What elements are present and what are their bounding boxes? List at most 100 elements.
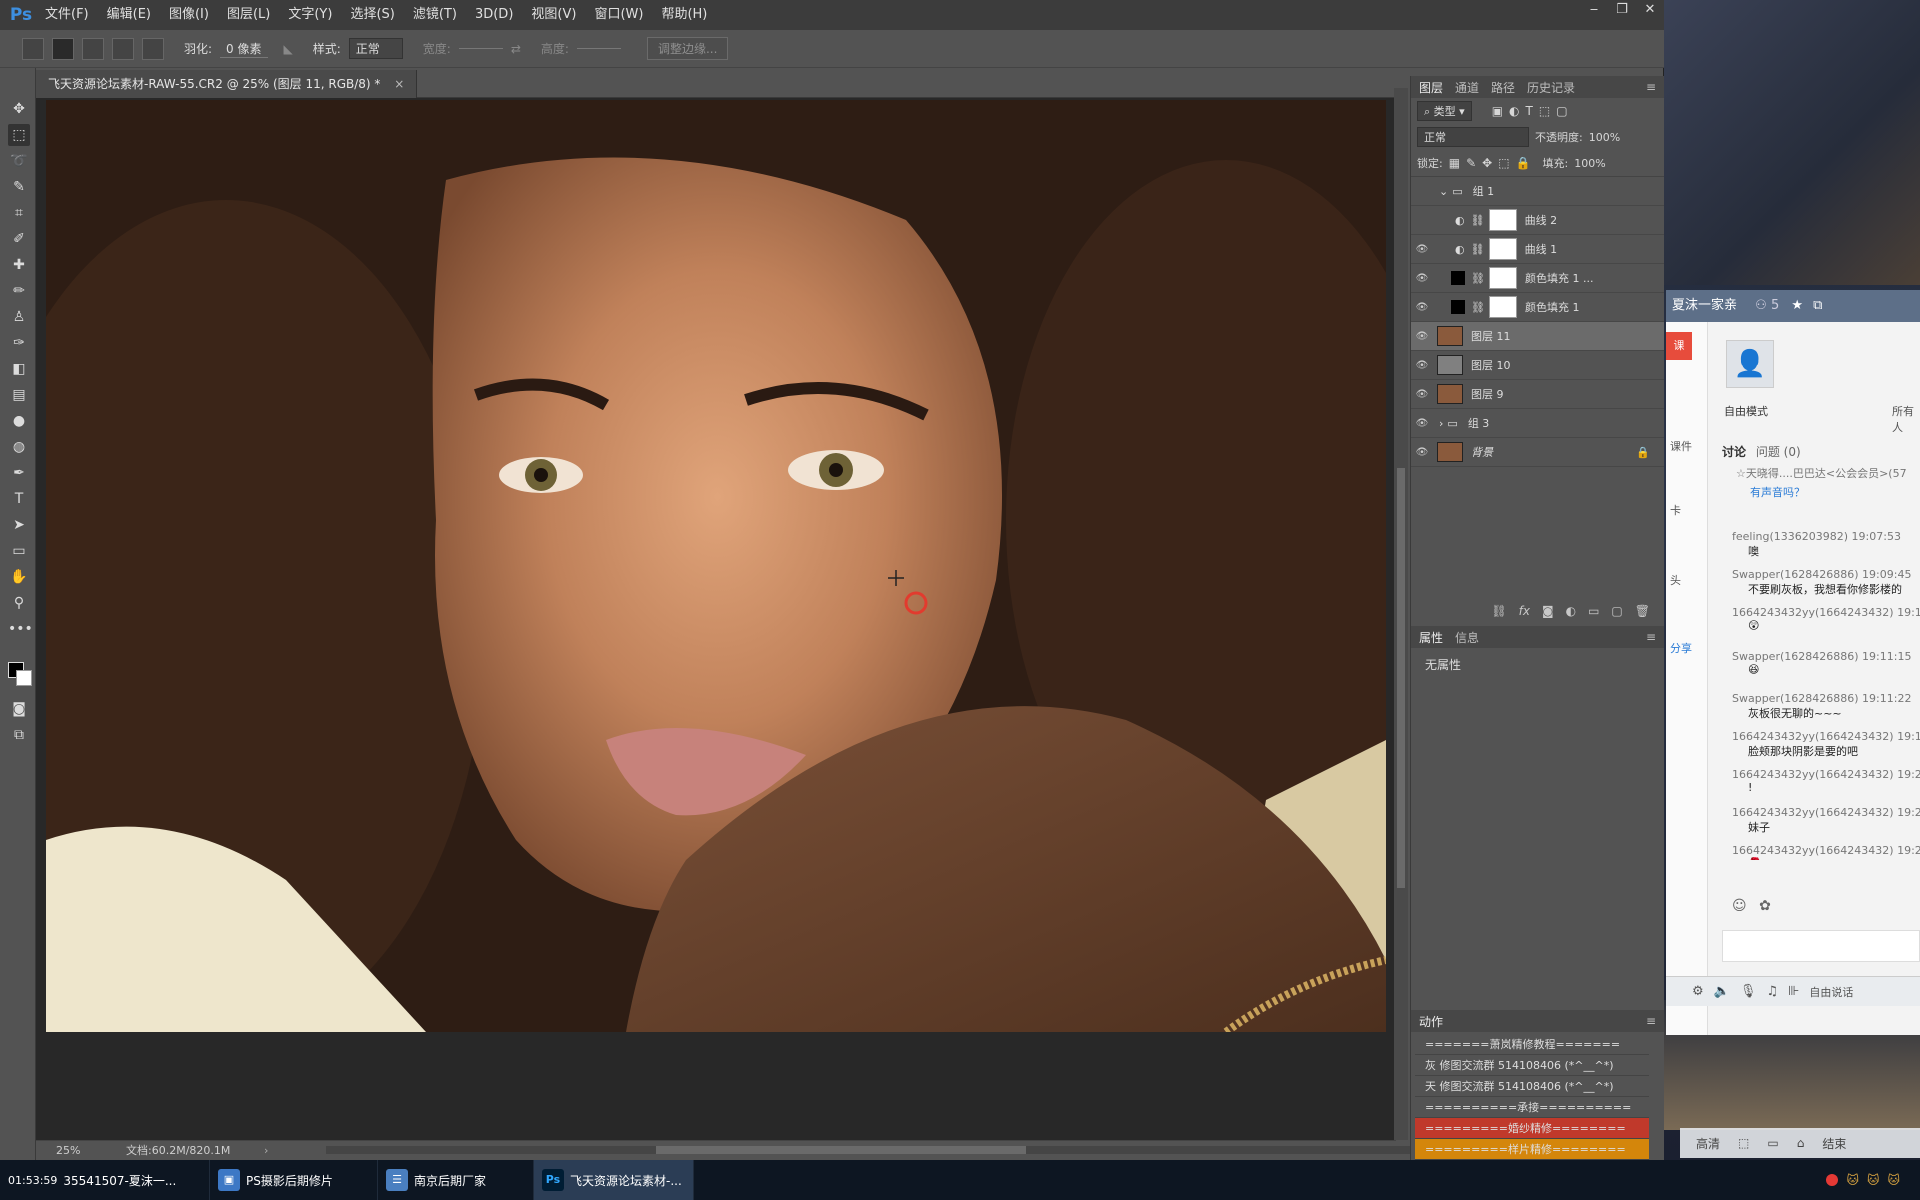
layer-row-color-fill[interactable]: 👁 ⛓ 颜色填充 1: [1411, 293, 1664, 322]
menu-layer[interactable]: 图层(L): [218, 0, 279, 30]
quick-mask-icon[interactable]: ◙: [8, 698, 30, 720]
subtract-selection-icon[interactable]: [112, 37, 134, 60]
layer-row-background[interactable]: 👁 背景 🔒: [1411, 438, 1664, 467]
new-group-icon[interactable]: ▭: [1588, 604, 1599, 618]
type-tool-icon[interactable]: T: [8, 488, 30, 510]
layer-mask-thumb[interactable]: [1488, 209, 1517, 231]
share-label[interactable]: 分享: [1670, 640, 1692, 656]
star-icon[interactable]: ★: [1791, 298, 1803, 313]
document-tab[interactable]: 飞天资源论坛素材-RAW-55.CR2 @ 25% (图层 11, RGB/8)…: [36, 70, 418, 98]
taskbar-item-ps-photos[interactable]: ▣ PS摄影后期修片: [210, 1160, 378, 1200]
fill-value[interactable]: 100%: [1574, 157, 1605, 170]
eye-icon[interactable]: 👁: [1411, 244, 1433, 255]
record-icon[interactable]: [1826, 1174, 1839, 1186]
expand-icon[interactable]: ⧉: [1813, 298, 1822, 313]
refine-edge-button[interactable]: 调整边缘...: [646, 37, 729, 60]
screen-mode-icon[interactable]: ⧉: [8, 724, 30, 746]
menu-view[interactable]: 视图(V): [522, 0, 585, 30]
menu-window[interactable]: 窗口(W): [585, 0, 652, 30]
menu-type[interactable]: 文字(Y): [279, 0, 341, 30]
tab-history[interactable]: 历史记录: [1527, 79, 1575, 96]
taskbar-item-photoshop[interactable]: Ps 飞天资源论坛素材-...: [534, 1160, 694, 1200]
filter-adjust-icon[interactable]: ◐: [1509, 104, 1519, 118]
lock-artboard-icon[interactable]: ⬚: [1498, 156, 1509, 170]
action-item[interactable]: 天 修图交流群 514108406 (*^__^*): [1415, 1076, 1649, 1097]
layer-mask-thumb[interactable]: [1488, 296, 1517, 318]
new-selection-icon[interactable]: [52, 37, 74, 60]
eyedropper-tool-icon[interactable]: ✐: [8, 228, 30, 250]
menu-filter[interactable]: 滤镜(T): [404, 0, 466, 30]
close-button[interactable]: ✕: [1636, 0, 1664, 22]
tab-layers[interactable]: 图层: [1419, 79, 1443, 96]
taskbar-item-nanjing[interactable]: ☰ 南京后期厂家: [378, 1160, 534, 1200]
banner-link[interactable]: 有声音吗？: [1750, 484, 1805, 500]
close-tab-icon[interactable]: ×: [394, 77, 404, 91]
lock-pixels-icon[interactable]: ✎: [1466, 156, 1476, 170]
panel-menu-icon[interactable]: ≡: [1646, 80, 1656, 94]
blend-mode-dropdown[interactable]: 正常: [1417, 127, 1529, 147]
dodge-tool-icon[interactable]: ◍: [8, 436, 30, 458]
layer-row-layer-11[interactable]: 👁 图层 11: [1411, 322, 1664, 351]
tray-cat-icon-2[interactable]: 🐱: [1867, 1173, 1880, 1187]
path-select-tool-icon[interactable]: ➤: [8, 514, 30, 536]
gradient-tool-icon[interactable]: ▤: [8, 384, 30, 406]
tray-cat-icon-3[interactable]: 🐱: [1887, 1173, 1900, 1187]
tab-actions[interactable]: 动作: [1419, 1013, 1443, 1030]
layer-mask-thumb[interactable]: [1488, 267, 1517, 289]
marquee-preset-icon[interactable]: [22, 37, 44, 60]
zoom-level[interactable]: 25%: [56, 1141, 80, 1160]
menu-3d[interactable]: 3D(D): [466, 0, 522, 30]
add-mask-icon[interactable]: ◙: [1542, 604, 1554, 618]
filter-smart-icon[interactable]: ▢: [1556, 104, 1567, 118]
home-icon[interactable]: ⌂: [1797, 1136, 1805, 1150]
portrait-photo[interactable]: [46, 100, 1386, 1032]
marquee-tool-icon[interactable]: ⬚: [8, 124, 30, 146]
more-tools-icon[interactable]: •••: [8, 618, 33, 640]
move-tool-icon[interactable]: ✥: [8, 98, 30, 120]
vertical-scrollbar[interactable]: [1394, 88, 1408, 1140]
music-icon[interactable]: ♫: [1766, 984, 1778, 999]
card-label[interactable]: 卡: [1670, 502, 1681, 518]
eye-icon[interactable]: 👁: [1411, 389, 1433, 400]
panel-menu-icon[interactable]: ≡: [1646, 1014, 1656, 1028]
eye-icon[interactable]: 👁: [1411, 447, 1433, 458]
scrollbar-thumb[interactable]: [1397, 468, 1405, 888]
action-item[interactable]: =======萧岚精修教程=======: [1415, 1034, 1649, 1055]
eye-icon[interactable]: 👁: [1411, 418, 1433, 429]
window-icon[interactable]: ▭: [1767, 1136, 1778, 1150]
chevron-right-icon[interactable]: ›: [1439, 417, 1443, 430]
tab-paths[interactable]: 路径: [1491, 79, 1515, 96]
layer-mask-thumb[interactable]: [1488, 238, 1517, 260]
tab-properties[interactable]: 属性: [1419, 629, 1443, 646]
blur-tool-icon[interactable]: ●: [8, 410, 30, 432]
lock-position-icon[interactable]: ✥: [1482, 156, 1492, 170]
tab-discussion[interactable]: 讨论: [1722, 445, 1746, 459]
status-arrow-icon[interactable]: ›: [264, 1141, 268, 1160]
zoom-tool-icon[interactable]: ⚲: [8, 592, 30, 614]
eye-icon[interactable]: 👁: [1411, 302, 1433, 313]
tab-channels[interactable]: 通道: [1455, 79, 1479, 96]
h-scrollbar-thumb[interactable]: [656, 1146, 1026, 1154]
tab-info[interactable]: 信息: [1455, 629, 1479, 646]
courseware-label[interactable]: 课件: [1670, 438, 1692, 454]
layer-row-curves-2[interactable]: ◐ ⛓ 曲线 2: [1411, 206, 1664, 235]
course-badge[interactable]: 课: [1666, 332, 1692, 360]
eraser-tool-icon[interactable]: ◧: [8, 358, 30, 380]
healing-brush-tool-icon[interactable]: ✚: [8, 254, 30, 276]
hand-tool-icon[interactable]: ✋: [8, 566, 30, 588]
filter-pixel-icon[interactable]: ▣: [1492, 104, 1503, 118]
hd-button[interactable]: 高清: [1696, 1135, 1720, 1152]
width-input[interactable]: [458, 48, 503, 49]
eye-icon[interactable]: 👁: [1411, 360, 1433, 371]
swap-icon[interactable]: ⇄: [511, 42, 521, 56]
feather-input[interactable]: 0 像素: [220, 40, 268, 58]
history-brush-tool-icon[interactable]: ✑: [8, 332, 30, 354]
layer-row-group-1[interactable]: ⌄ ▭ 组 1: [1411, 177, 1664, 206]
menu-file[interactable]: 文件(F): [36, 0, 98, 30]
gift-icon[interactable]: ✿: [1759, 898, 1771, 914]
filter-type-icon[interactable]: T: [1526, 104, 1533, 118]
avatar[interactable]: 👤: [1726, 340, 1774, 388]
layer-row-group-3[interactable]: 👁 › ▭ 组 3: [1411, 409, 1664, 438]
clone-stamp-tool-icon[interactable]: ♙: [8, 306, 30, 328]
menu-edit[interactable]: 编辑(E): [98, 0, 160, 30]
